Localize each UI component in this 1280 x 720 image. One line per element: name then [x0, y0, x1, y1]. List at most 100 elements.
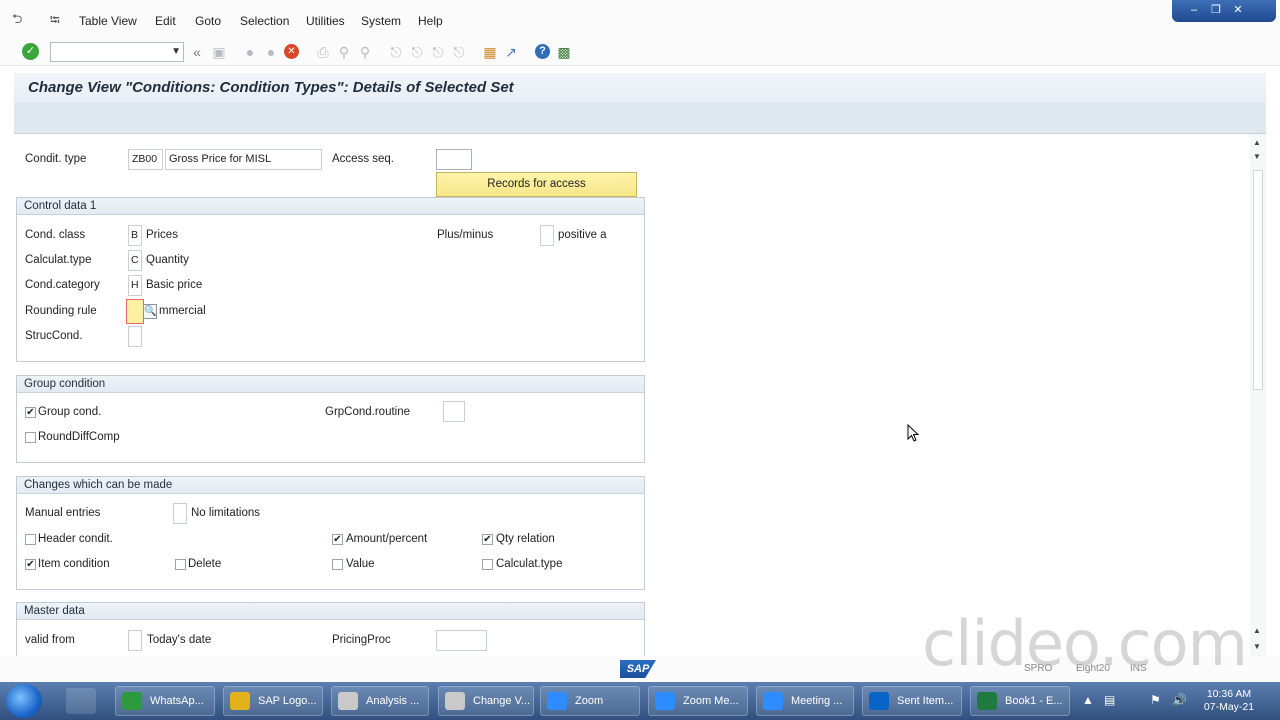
taskbar-button[interactable]: Meeting ...: [756, 686, 854, 716]
records-for-access-button[interactable]: Records for access: [436, 172, 637, 197]
item-condition-checkbox[interactable]: ✔: [25, 559, 36, 570]
clock[interactable]: 10:36 AM 07-May-21: [1194, 688, 1264, 714]
close-button[interactable]: ✕: [1230, 3, 1246, 17]
cond-class-description: Prices: [146, 229, 178, 241]
pinned-app-icon[interactable]: [66, 688, 96, 714]
show-hidden-icons-icon[interactable]: ▲: [1082, 693, 1094, 707]
qty-relation-checkbox[interactable]: ✔: [482, 534, 493, 545]
manual-entries-field[interactable]: [173, 503, 187, 524]
menu-utilities[interactable]: Utilities: [306, 14, 345, 28]
taskbar-button[interactable]: SAP Logo...: [223, 686, 323, 716]
print-icon[interactable]: ⎙: [314, 43, 332, 61]
mouse-cursor-icon: [907, 424, 919, 442]
master-data-title: Master data: [17, 603, 644, 620]
condit-type-label: Condit. type: [25, 153, 87, 165]
struc-cond-label: StrucCond.: [25, 330, 83, 342]
app-icon: [977, 692, 997, 710]
rounding-rule-label: Rounding rule: [25, 305, 97, 317]
calculat-type-field[interactable]: C: [128, 250, 142, 271]
calculat-type-description: Quantity: [146, 254, 189, 266]
condit-type-field[interactable]: ZB00: [128, 149, 163, 170]
shortcut-icon[interactable]: ↗: [502, 43, 520, 61]
cond-class-field[interactable]: B: [128, 225, 142, 246]
save-icon[interactable]: ▣: [210, 43, 228, 61]
taskbar-button[interactable]: Zoom Me...: [648, 686, 748, 716]
amount-percent-label: Amount/percent: [346, 533, 428, 545]
new-session-icon[interactable]: ▦: [481, 43, 499, 61]
calculat-type-checkbox[interactable]: [482, 559, 493, 570]
header-condit-checkbox[interactable]: [25, 534, 36, 545]
control-data-1-title: Control data 1: [17, 198, 644, 215]
taskbar-button[interactable]: Book1 - E...: [970, 686, 1070, 716]
start-button[interactable]: [6, 684, 42, 718]
find-icon[interactable]: ⚲: [335, 43, 353, 61]
qty-relation-label: Qty relation: [496, 533, 555, 545]
group-cond-checkbox[interactable]: ✔: [25, 407, 36, 418]
chevron-down-icon[interactable]: ▼: [171, 43, 181, 61]
plus-minus-description: positive a: [558, 229, 607, 241]
taskbar-button[interactable]: Sent Item...: [862, 686, 962, 716]
cancel-icon[interactable]: ✕: [284, 44, 299, 59]
item-condition-label: Item condition: [38, 558, 110, 570]
delete-checkbox[interactable]: [175, 559, 186, 570]
header-condit-label: Header condit.: [38, 533, 113, 545]
back-icon[interactable]: ●: [241, 43, 259, 61]
first-page-icon[interactable]: ⎋: [387, 43, 405, 61]
access-seq-field[interactable]: [436, 149, 472, 170]
minimize-button[interactable]: –: [1186, 3, 1202, 17]
command-field[interactable]: ▼: [50, 42, 184, 62]
search-help-icon[interactable]: 🔍: [143, 304, 157, 319]
taskbar-button[interactable]: Analysis ...: [331, 686, 429, 716]
menu-edit[interactable]: Edit: [155, 14, 176, 28]
exit-icon[interactable]: ●: [262, 43, 280, 61]
next-page-icon[interactable]: ⎋: [429, 43, 447, 61]
title-bar: Change View "Conditions: Condition Types…: [14, 73, 1266, 103]
calculat-type-label: Calculat.type: [25, 254, 92, 266]
grp-routine-field[interactable]: [443, 401, 465, 422]
network-icon[interactable]: ▤: [1104, 693, 1115, 707]
taskbar-button-label: WhatsAp...: [150, 695, 204, 707]
group-condition-title: Group condition: [17, 376, 644, 393]
scrollbar-thumb[interactable]: [1253, 170, 1263, 390]
collapse-icon[interactable]: «: [188, 43, 206, 61]
round-diff-checkbox[interactable]: [25, 432, 36, 443]
changes-title: Changes which can be made: [17, 477, 644, 494]
valid-from-field[interactable]: [128, 630, 142, 651]
value-checkbox[interactable]: [332, 559, 343, 570]
taskbar-button[interactable]: WhatsAp...: [115, 686, 215, 716]
rounding-rule-field[interactable]: [126, 299, 144, 324]
cond-category-field[interactable]: H: [128, 275, 142, 296]
menu-help[interactable]: Help: [418, 14, 443, 28]
taskbar-button[interactable]: Zoom: [540, 686, 640, 716]
scroll-up-icon[interactable]: ▲: [1253, 138, 1261, 147]
restore-button[interactable]: ❐: [1208, 3, 1224, 17]
menu-goto[interactable]: Goto: [195, 14, 221, 28]
find-next-icon[interactable]: ⚲: [356, 43, 374, 61]
customize-layout-icon[interactable]: ▩: [555, 43, 573, 61]
flag-icon[interactable]: ⚑: [1150, 693, 1161, 707]
scroll-down-icon[interactable]: ▼: [1253, 642, 1261, 651]
previous-page-icon[interactable]: ⎋: [408, 43, 426, 61]
volume-icon[interactable]: 🔊: [1172, 693, 1187, 707]
scroll-up-fast-icon[interactable]: ▼: [1253, 152, 1261, 161]
enter-icon[interactable]: ✓: [22, 43, 39, 60]
menu-system[interactable]: System: [361, 14, 401, 28]
app-icon: [547, 692, 567, 710]
menu-exit-icon[interactable]: ⮌: [12, 10, 22, 32]
menu-toggle-icon[interactable]: ⭾: [50, 11, 60, 33]
struc-cond-field[interactable]: [128, 326, 142, 347]
clock-time: 10:36 AM: [1206, 688, 1252, 700]
amount-percent-checkbox[interactable]: ✔: [332, 534, 343, 545]
standard-toolbar: ✓ ▼ « ▣ ● ● ✕ ⎙ ⚲ ⚲ ⎋ ⎋ ⎋ ⎋ ▦ ↗ ? ▩: [0, 40, 1280, 66]
taskbar-button-label: Change V...: [473, 695, 531, 707]
taskbar-button[interactable]: Change V...: [438, 686, 534, 716]
plus-minus-field[interactable]: [540, 225, 554, 246]
scroll-down-fast-icon[interactable]: ▲: [1253, 626, 1261, 635]
menu-selection[interactable]: Selection: [240, 14, 289, 28]
help-icon[interactable]: ?: [535, 44, 550, 59]
pricing-proc-field[interactable]: [436, 630, 487, 651]
vertical-scrollbar[interactable]: ▲ ▼ ▲ ▼: [1250, 134, 1266, 656]
access-seq-label: Access seq.: [332, 153, 394, 165]
last-page-icon[interactable]: ⎋: [450, 43, 468, 61]
menu-table-view[interactable]: Table View: [79, 14, 137, 28]
